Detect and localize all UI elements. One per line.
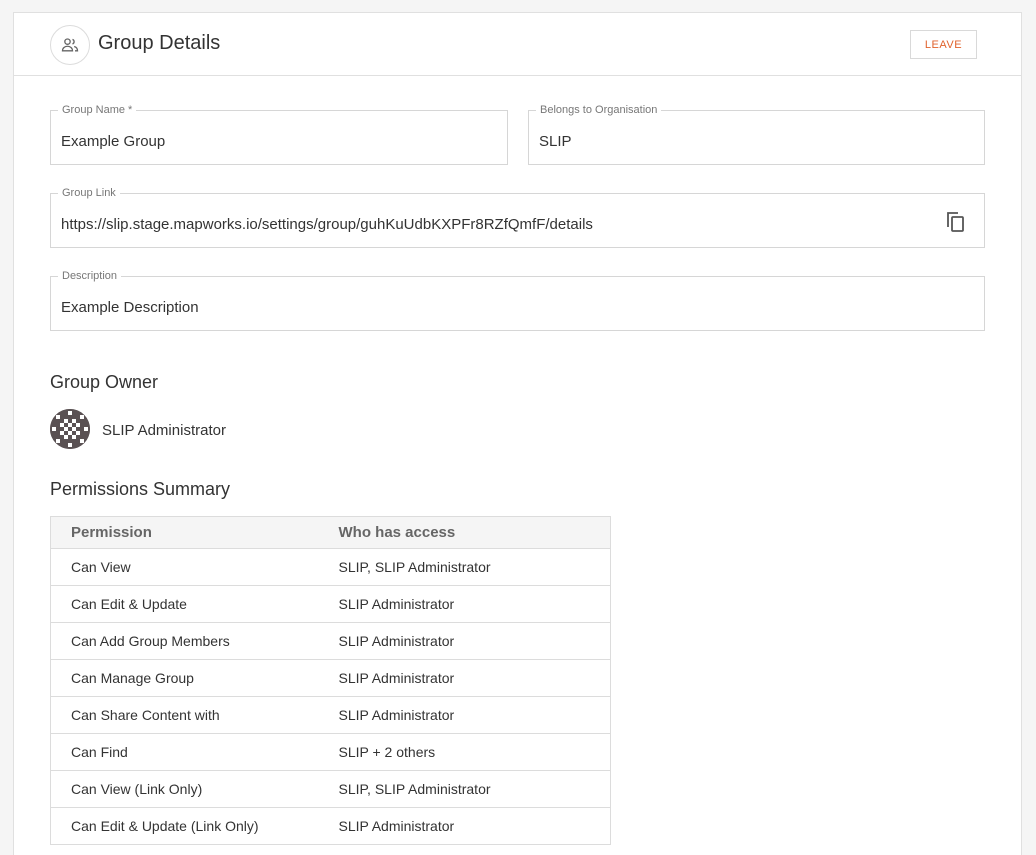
access-cell: SLIP Administrator xyxy=(318,622,611,660)
access-cell: SLIP Administrator xyxy=(318,696,611,734)
group-icon xyxy=(50,25,90,65)
card-header: Group Details LEAVE xyxy=(14,13,1021,76)
permission-cell: Can Edit & Update xyxy=(50,585,319,623)
table-row: Can Find SLIP + 2 others xyxy=(50,733,611,771)
table-header-row: Permission Who has access xyxy=(50,516,611,549)
organisation-value: SLIP xyxy=(539,133,572,150)
table-row: Can Share Content with SLIP Administrato… xyxy=(50,696,611,734)
access-cell: SLIP + 2 others xyxy=(318,733,611,771)
table-row: Can Manage Group SLIP Administrator xyxy=(50,659,611,697)
description-value: Example Description xyxy=(61,299,199,316)
group-name-value: Example Group xyxy=(61,133,166,150)
permission-cell: Can View (Link Only) xyxy=(50,770,319,808)
table-row: Can Edit & Update (Link Only) SLIP Admin… xyxy=(50,807,611,845)
access-column-header: Who has access xyxy=(318,516,611,549)
access-cell: SLIP, SLIP Administrator xyxy=(318,770,611,808)
group-name-label: Group Name * xyxy=(58,103,137,117)
group-details-card: Group Details LEAVE Group Name * Example… xyxy=(13,12,1022,855)
table-row: Can View SLIP, SLIP Administrator xyxy=(50,548,611,586)
permission-cell: Can Share Content with xyxy=(50,696,319,734)
permission-cell: Can Edit & Update (Link Only) xyxy=(50,807,319,845)
access-cell: SLIP Administrator xyxy=(318,585,611,623)
page-title: Group Details xyxy=(98,32,221,54)
group-name-field[interactable]: Group Name * Example Group xyxy=(50,103,508,165)
table-row: Can Add Group Members SLIP Administrator xyxy=(50,622,611,660)
access-cell: SLIP Administrator xyxy=(318,807,611,845)
copy-icon[interactable] xyxy=(944,210,966,234)
access-cell: SLIP Administrator xyxy=(318,659,611,697)
table-row: Can Edit & Update SLIP Administrator xyxy=(50,585,611,623)
group-owner-title: Group Owner xyxy=(50,372,159,392)
table-row: Can View (Link Only) SLIP, SLIP Administ… xyxy=(50,770,611,808)
group-link-value: https://slip.stage.mapworks.io/settings/… xyxy=(61,216,593,233)
description-label: Description xyxy=(58,269,122,283)
permission-column-header: Permission xyxy=(50,516,319,549)
group-link-field[interactable]: Group Link https://slip.stage.mapworks.i… xyxy=(50,186,985,248)
leave-button[interactable]: LEAVE xyxy=(910,30,977,59)
organisation-field[interactable]: Belongs to Organisation SLIP xyxy=(528,103,985,165)
permission-cell: Can Find xyxy=(50,733,319,771)
group-link-label: Group Link xyxy=(58,186,120,200)
permission-cell: Can View xyxy=(50,548,319,586)
permission-cell: Can Add Group Members xyxy=(50,622,319,660)
avatar xyxy=(50,409,90,449)
description-field[interactable]: Description Example Description xyxy=(50,269,985,331)
permissions-table: Permission Who has access Can View SLIP,… xyxy=(50,516,611,845)
access-cell: SLIP, SLIP Administrator xyxy=(318,548,611,586)
permission-cell: Can Manage Group xyxy=(50,659,319,697)
owner-name: SLIP Administrator xyxy=(102,422,226,439)
organisation-label: Belongs to Organisation xyxy=(536,103,662,117)
permissions-summary-title: Permissions Summary xyxy=(50,479,231,499)
